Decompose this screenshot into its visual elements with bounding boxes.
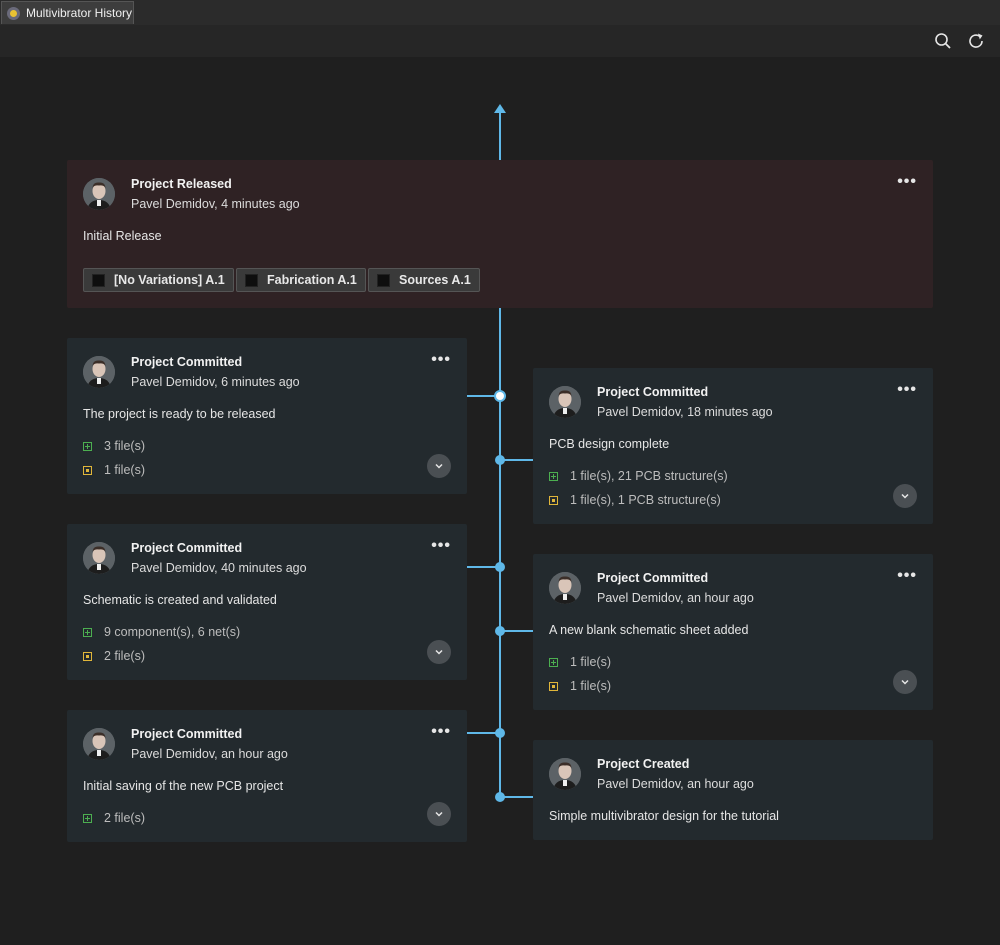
card-author: Pavel Demidov, an hour ago	[597, 777, 754, 791]
card-title: Project Committed	[131, 727, 243, 741]
expand-button[interactable]	[893, 670, 917, 694]
avatar	[83, 178, 115, 210]
timeline-node	[495, 455, 505, 465]
chevron-down-icon	[435, 811, 443, 817]
tab-bar: Multivibrator History	[0, 0, 1000, 25]
added-stat: 1 file(s), 21 PCB structure(s)	[549, 469, 728, 483]
release-tag-no-variations[interactable]: [No Variations] A.1	[83, 268, 234, 292]
avatar	[83, 542, 115, 574]
card-author: Pavel Demidov, an hour ago	[597, 591, 754, 605]
card-author: Pavel Demidov, 18 minutes ago	[597, 405, 773, 419]
search-icon[interactable]	[933, 31, 953, 51]
card-title: Project Released	[131, 177, 232, 191]
avatar	[83, 728, 115, 760]
more-options-icon[interactable]: •••	[897, 568, 917, 584]
added-icon	[549, 657, 558, 667]
added-icon	[549, 471, 558, 481]
added-stat: 3 file(s)	[83, 439, 145, 453]
expand-button[interactable]	[427, 802, 451, 826]
commit-card[interactable]: Project Committed Pavel Demidov, 6 minut…	[67, 338, 467, 494]
card-author: Pavel Demidov, 40 minutes ago	[131, 561, 307, 575]
added-stat: 9 component(s), 6 net(s)	[83, 625, 240, 639]
card-title: Project Created	[597, 757, 690, 771]
modified-stat: 1 file(s), 1 PCB structure(s)	[549, 493, 721, 507]
timeline-line-top	[499, 111, 501, 161]
modified-icon	[549, 495, 558, 505]
commit-card[interactable]: Project Committed Pavel Demidov, 40 minu…	[67, 524, 467, 680]
chevron-down-icon	[901, 679, 909, 685]
chevron-down-icon	[435, 649, 443, 655]
timeline-node-current	[494, 390, 506, 402]
expand-button[interactable]	[427, 640, 451, 664]
timeline-node	[495, 728, 505, 738]
tag-square-icon	[92, 273, 105, 287]
refresh-icon[interactable]	[966, 31, 986, 51]
release-tag-sources[interactable]: Sources A.1	[368, 268, 480, 292]
modified-stat: 1 file(s)	[83, 463, 145, 477]
more-options-icon[interactable]: •••	[897, 382, 917, 398]
card-message: The project is ready to be released	[83, 407, 276, 421]
more-options-icon[interactable]: •••	[431, 352, 451, 368]
timeline-node	[495, 562, 505, 572]
modified-icon	[549, 681, 558, 691]
avatar	[549, 386, 581, 418]
release-tag-fabrication[interactable]: Fabrication A.1	[236, 268, 366, 292]
modified-stat: 2 file(s)	[83, 649, 145, 663]
modified-icon	[83, 651, 92, 661]
tag-square-icon	[377, 273, 390, 287]
expand-button[interactable]	[893, 484, 917, 508]
avatar	[549, 572, 581, 604]
card-author: Pavel Demidov, 4 minutes ago	[131, 197, 300, 211]
card-message: Initial Release	[83, 229, 162, 243]
card-message: Schematic is created and validated	[83, 593, 277, 607]
card-author: Pavel Demidov, 6 minutes ago	[131, 375, 300, 389]
avatar	[83, 356, 115, 388]
card-message: Initial saving of the new PCB project	[83, 779, 284, 793]
commit-card[interactable]: Project Committed Pavel Demidov, 18 minu…	[533, 368, 933, 524]
tag-square-icon	[245, 273, 258, 287]
tab-multivibrator-history[interactable]: Multivibrator History	[1, 1, 134, 24]
card-message: A new blank schematic sheet added	[549, 623, 749, 637]
more-options-icon[interactable]: •••	[897, 174, 917, 190]
history-canvas: Project Released Pavel Demidov, 4 minute…	[0, 57, 1000, 945]
expand-button[interactable]	[427, 454, 451, 478]
added-stat: 1 file(s)	[549, 655, 611, 669]
history-icon	[7, 6, 20, 20]
card-message: PCB design complete	[549, 437, 670, 451]
tab-label: Multivibrator History	[26, 6, 133, 20]
modified-stat: 1 file(s)	[549, 679, 611, 693]
added-icon	[83, 441, 92, 451]
card-title: Project Committed	[597, 571, 709, 585]
toolbar	[0, 25, 1000, 57]
commit-card[interactable]: Project Committed Pavel Demidov, an hour…	[67, 710, 467, 842]
more-options-icon[interactable]: •••	[431, 724, 451, 740]
card-title: Project Committed	[131, 541, 243, 555]
chevron-down-icon	[435, 463, 443, 469]
modified-icon	[83, 465, 92, 475]
more-options-icon[interactable]: •••	[431, 538, 451, 554]
added-icon	[83, 627, 92, 637]
timeline-node	[495, 792, 505, 802]
added-stat: 2 file(s)	[83, 811, 145, 825]
added-icon	[83, 813, 92, 823]
chevron-down-icon	[901, 493, 909, 499]
timeline-node	[495, 626, 505, 636]
timeline-line	[499, 307, 501, 797]
card-author: Pavel Demidov, an hour ago	[131, 747, 288, 761]
release-card[interactable]: Project Released Pavel Demidov, 4 minute…	[67, 160, 933, 308]
avatar	[549, 758, 581, 790]
card-message: Simple multivibrator design for the tuto…	[549, 809, 779, 823]
commit-card[interactable]: Project Committed Pavel Demidov, an hour…	[533, 554, 933, 710]
card-title: Project Committed	[597, 385, 709, 399]
card-title: Project Committed	[131, 355, 243, 369]
created-card[interactable]: Project Created Pavel Demidov, an hour a…	[533, 740, 933, 840]
